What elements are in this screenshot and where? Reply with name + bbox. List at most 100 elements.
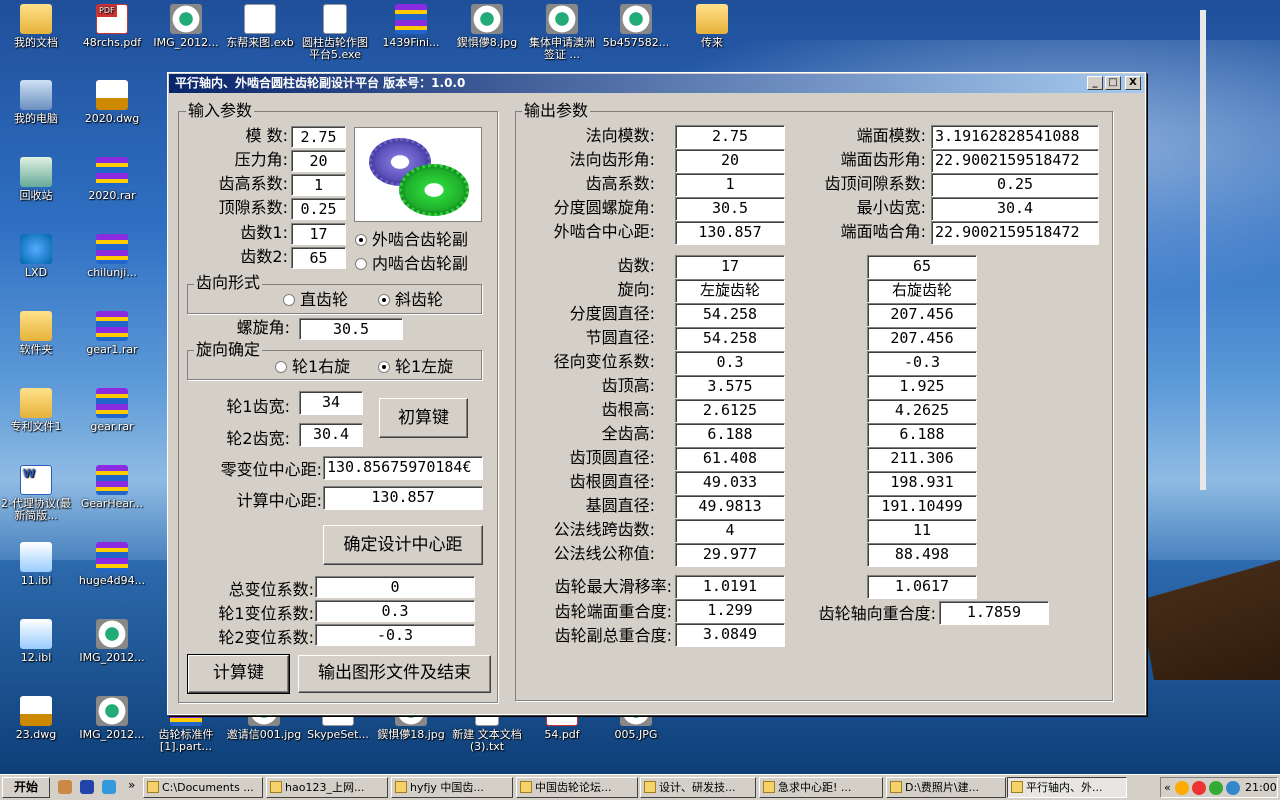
calc-button[interactable]: 计算键: [187, 654, 290, 694]
desktop-icon[interactable]: 专利文件1: [0, 388, 74, 433]
desktop-icon[interactable]: 11.ibl: [0, 542, 74, 587]
desktop-icon[interactable]: 我的文档: [0, 4, 74, 49]
desktop-icon[interactable]: chilunji...: [74, 234, 150, 279]
tray-app-icon[interactable]: [1192, 781, 1206, 795]
desktop-icon[interactable]: 东帮来图.exb: [222, 4, 298, 49]
desktop-icon[interactable]: 5b457582...: [598, 4, 674, 49]
taskbar-button[interactable]: hyfjy 中国齿...: [391, 777, 513, 798]
pressure-angle-label: 压力角:: [234, 150, 288, 169]
jpg-icon: [96, 619, 128, 649]
gear-param-label: 分度圆直径:: [569, 304, 655, 323]
ext-center-label: 外啮合中心距:: [553, 222, 655, 241]
total-shift-input[interactable]: 0: [315, 576, 475, 598]
desktop-icon[interactable]: IMG_2012...: [74, 696, 150, 741]
width2-label: 轮2齿宽:: [226, 429, 290, 448]
desktop-icon[interactable]: 2020.rar: [74, 157, 150, 202]
normal-module-label: 法向模数:: [585, 126, 655, 145]
desktop-icon[interactable]: 2-代理协议(最新简版...: [0, 465, 74, 522]
taskbar-button[interactable]: C:\Documents ...: [143, 777, 263, 798]
start-button[interactable]: 开始: [2, 777, 50, 798]
helical-gear-radio[interactable]: 斜齿轮: [378, 290, 443, 310]
title-bar[interactable]: 平行轴内、外啮合圆柱齿轮副设计平台 版本号：1.0.0 _ □ X: [169, 74, 1144, 93]
window-icon: [270, 781, 282, 793]
desktop-icon[interactable]: 48rchs.pdf: [74, 4, 150, 49]
gear1-right-hand-radio[interactable]: 轮1右旋: [275, 357, 350, 377]
desktop-icon[interactable]: 2020.dwg: [74, 80, 150, 125]
desktop-icon[interactable]: 12.ibl: [0, 619, 74, 664]
taskbar-button[interactable]: 急求中心距! ...: [759, 777, 883, 798]
taskbar-button[interactable]: D:\费照片\建...: [886, 777, 1006, 798]
modulus-label: 模 数:: [245, 126, 288, 145]
gear-param-label: 公法线跨齿数:: [553, 520, 655, 539]
calc-center-input[interactable]: 130.857: [323, 486, 483, 510]
quicklaunch-icon[interactable]: [58, 780, 72, 794]
clock[interactable]: 21:00: [1245, 778, 1277, 797]
desktop-icon[interactable]: IMG_2012...: [148, 4, 224, 49]
internal-mesh-radio[interactable]: 内啮合齿轮副: [355, 254, 468, 274]
quicklaunch-icon[interactable]: [80, 780, 94, 794]
minimize-button[interactable]: _: [1087, 76, 1103, 90]
tray-app-icon[interactable]: [1226, 781, 1240, 795]
taskbar-button-label: C:\Documents ...: [162, 781, 254, 794]
rar-icon: [96, 465, 128, 495]
taskbar-button[interactable]: hao123_上网...: [266, 777, 388, 798]
initial-calc-button[interactable]: 初算键: [379, 398, 468, 438]
export-and-exit-button[interactable]: 输出图形文件及结束: [298, 655, 491, 693]
shift2-input[interactable]: -0.3: [315, 624, 475, 646]
helix-angle-input[interactable]: 30.5: [299, 318, 403, 340]
desktop-icon-label: 23.dwg: [15, 728, 57, 741]
desktop-icon[interactable]: 鍥惧儚8.jpg: [449, 4, 525, 49]
taskbar-button[interactable]: 中国齿轮论坛...: [516, 777, 638, 798]
desktop-icon[interactable]: 软件夹: [0, 311, 74, 356]
desktop-icon[interactable]: 集体申请澳洲签证 ...: [524, 4, 600, 61]
teeth1-input[interactable]: 17: [291, 223, 346, 245]
spur-gear-radio[interactable]: 直齿轮: [283, 290, 348, 310]
qq-icon[interactable]: [1175, 781, 1189, 795]
width1-input[interactable]: 34: [299, 391, 363, 415]
taskbar-button[interactable]: 平行轴内、外...: [1007, 777, 1127, 798]
clearance-coef-input[interactable]: 0.25: [291, 198, 346, 220]
teeth2-input[interactable]: 65: [291, 247, 346, 269]
addendum-coef-input[interactable]: 1: [291, 174, 346, 196]
desktop-icon[interactable]: GearHear...: [74, 465, 150, 510]
desktop-icon[interactable]: gear1.rar: [74, 311, 150, 356]
shift1-input[interactable]: 0.3: [315, 600, 475, 622]
desktop-icon[interactable]: 传来: [674, 4, 750, 49]
gear1-left-hand-radio[interactable]: 轮1左旋: [378, 357, 453, 377]
gear2-param-value: 4.2625: [867, 399, 977, 423]
taskbar-button[interactable]: 设计、研发技...: [640, 777, 756, 798]
close-button[interactable]: X: [1125, 76, 1141, 90]
tip-clearance-label: 齿顶间隙系数:: [824, 174, 926, 193]
desktop-icon[interactable]: 23.dwg: [0, 696, 74, 741]
jpg-icon: [96, 696, 128, 726]
desktop-icon[interactable]: LXD: [0, 234, 74, 279]
ie-icon[interactable]: [102, 780, 116, 794]
calc-center-label: 计算中心距:: [236, 491, 322, 510]
gear1-param-value: 29.977: [675, 543, 785, 567]
tray-expand-icon[interactable]: «: [1164, 778, 1171, 797]
desktop-icon[interactable]: gear.rar: [74, 388, 150, 433]
desktop-icon-label: GearHear...: [80, 497, 144, 510]
radio-empty-icon: [283, 294, 295, 306]
desktop-icon[interactable]: huge4d94...: [74, 542, 150, 587]
pressure-angle-input[interactable]: 20: [291, 150, 346, 172]
desktop-icon[interactable]: 圆柱齿轮作图平台5.exe: [297, 4, 373, 61]
confirm-center-button[interactable]: 确定设计中心距: [323, 525, 483, 565]
desktop-icon[interactable]: IMG_2012...: [74, 619, 150, 664]
gear-param-label: 齿顶高:: [601, 376, 655, 395]
width2-input[interactable]: 30.4: [299, 423, 363, 447]
zero-shift-center-input[interactable]: 130.85675970184€: [323, 456, 483, 480]
gear-param-label: 齿根高:: [601, 400, 655, 419]
total-contact-label: 齿轮副总重合度:: [554, 626, 672, 645]
desktop-icon[interactable]: 1439Fini...: [373, 4, 449, 49]
modulus-input[interactable]: 2.75: [291, 126, 346, 148]
window-title: 平行轴内、外啮合圆柱齿轮副设计平台 版本号：1.0.0: [175, 76, 466, 90]
desktop-icon[interactable]: 我的电脑: [0, 80, 74, 125]
tray-app-icon[interactable]: [1209, 781, 1223, 795]
rar-icon: [96, 388, 128, 418]
external-mesh-radio[interactable]: 外啮合齿轮副: [355, 230, 468, 250]
max-slide-gear1-value: 1.0191: [675, 575, 785, 599]
more-chevron-icon[interactable]: »: [128, 778, 135, 792]
maximize-button[interactable]: □: [1105, 76, 1121, 90]
desktop-icon[interactable]: 回收站: [0, 157, 74, 202]
